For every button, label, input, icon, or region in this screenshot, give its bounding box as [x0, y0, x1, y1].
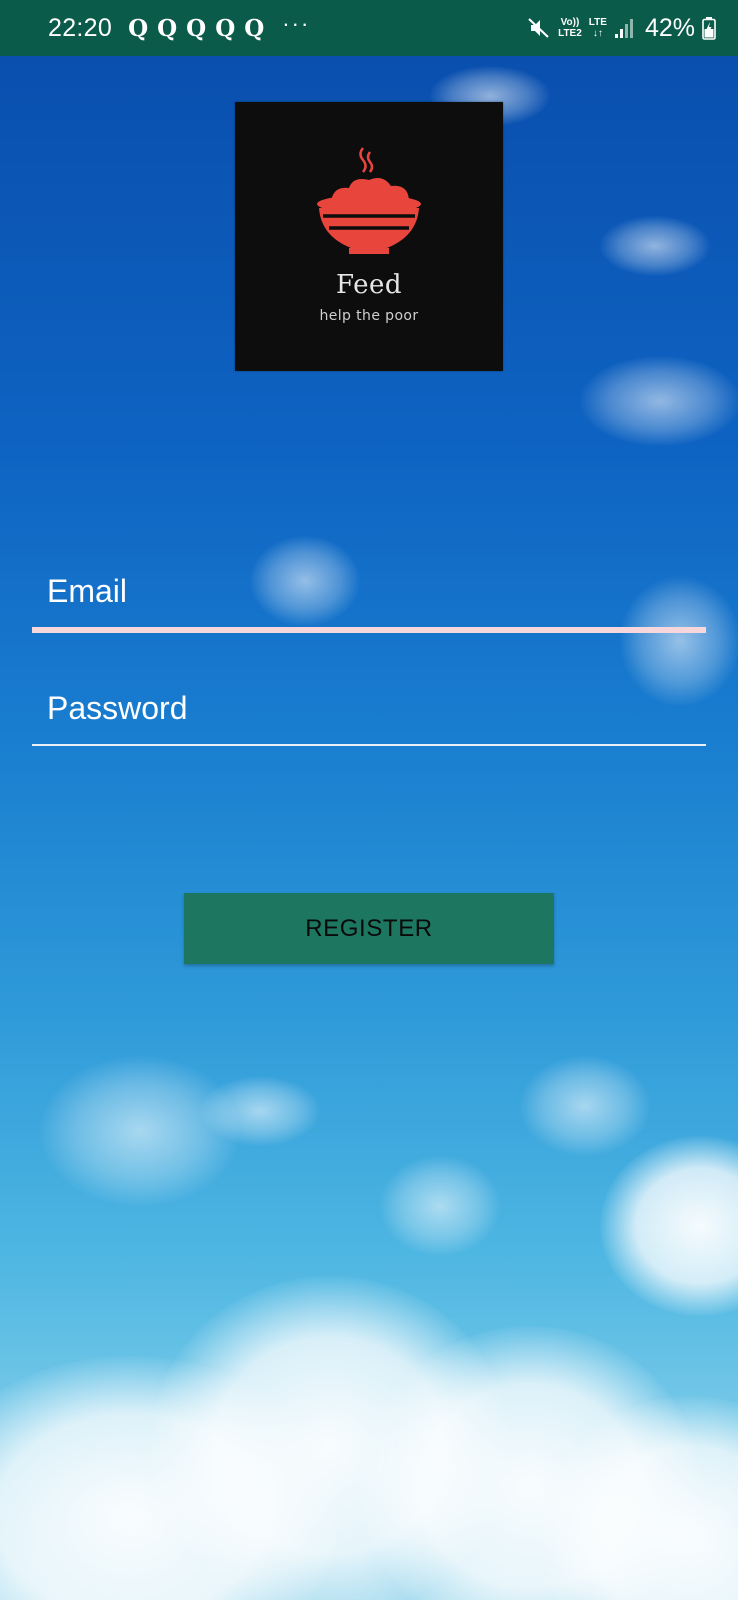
register-button[interactable]: REGISTER	[184, 893, 554, 964]
system-status-icons: Vo)) LTE2 LTE ↓↑ 42%	[527, 14, 716, 43]
volte-indicator: Vo)) LTE2	[558, 17, 582, 39]
q-app-icon: Q	[186, 14, 207, 42]
register-screen: 22:20 Q Q Q Q Q ··· Vo)) LTE2 LTE ↓↑ 42%…	[0, 0, 738, 1600]
more-notifications-icon: ···	[282, 11, 311, 36]
password-underline	[32, 744, 706, 746]
mute-icon	[527, 16, 551, 40]
q-app-icon: Q	[215, 14, 236, 42]
q-app-icon: Q	[244, 14, 265, 42]
q-app-icon: Q	[157, 14, 178, 42]
status-bar: 22:20 Q Q Q Q Q ··· Vo)) LTE2 LTE ↓↑ 42%	[0, 0, 738, 56]
q-app-icon: Q	[128, 14, 149, 42]
battery-icon	[702, 16, 716, 40]
signal-icon	[614, 17, 634, 39]
status-time: 22:20	[48, 13, 113, 42]
lte-indicator: LTE ↓↑	[588, 17, 607, 39]
app-logo: Feed help the poor	[235, 102, 503, 371]
notification-icons: Q Q Q Q Q	[128, 17, 264, 40]
battery-percent: 42%	[644, 13, 695, 42]
email-field[interactable]	[32, 563, 706, 619]
email-underline	[32, 627, 706, 633]
password-field-container	[32, 680, 706, 746]
password-field[interactable]	[32, 680, 706, 736]
logo-subtitle: help the poor	[319, 308, 419, 324]
food-bowl-icon	[317, 147, 421, 254]
email-field-container	[32, 563, 706, 633]
logo-title: Feed	[335, 270, 403, 300]
